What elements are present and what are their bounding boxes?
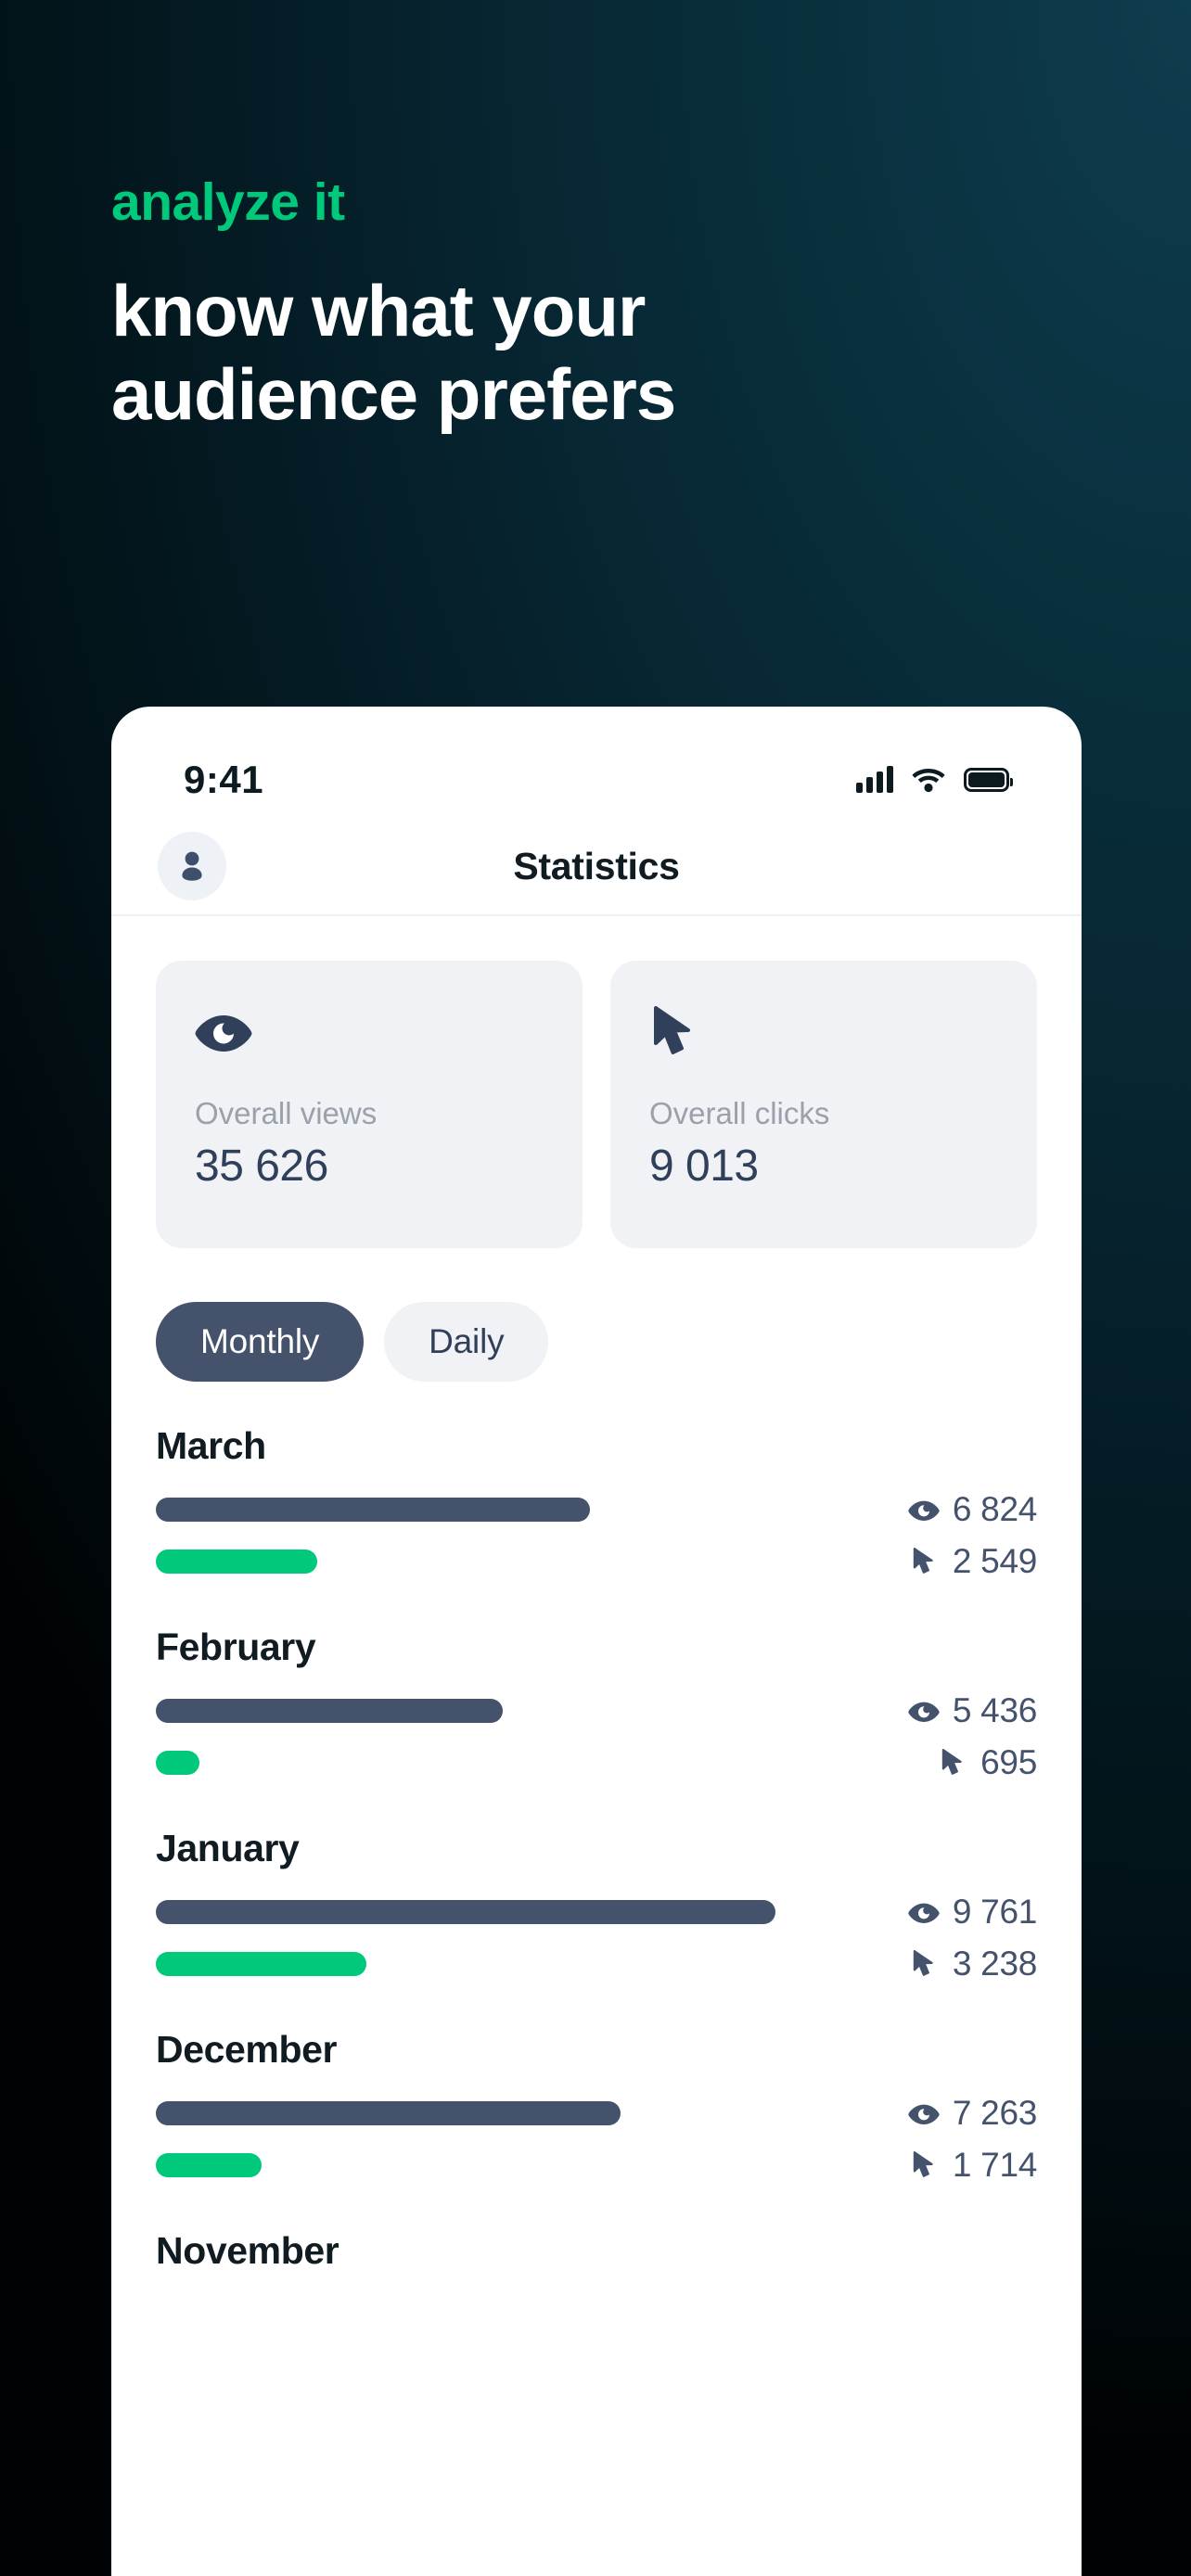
views-value-row: 6 824: [824, 1490, 1037, 1528]
month-label: November: [156, 2229, 339, 2272]
views-bar: [156, 1699, 504, 1723]
views-value: 5 436: [952, 1691, 1037, 1729]
stat-card-value: 35 626: [195, 1141, 328, 1191]
views-value-row: 9 761: [824, 1893, 1037, 1931]
status-bar: 9:41: [111, 707, 1082, 818]
list-item[interactable]: December 7 263 1 714: [156, 2028, 1037, 2184]
page-title: Statistics: [513, 844, 680, 887]
month-label: March: [156, 1424, 266, 1467]
avatar[interactable]: [158, 832, 226, 900]
clicks-value-row: 695: [824, 1743, 1037, 1781]
stat-card-label: Overall clicks: [649, 1096, 830, 1130]
views-value-row: 5 436: [824, 1691, 1037, 1729]
views-bar: [156, 1900, 775, 1924]
clicks-bar-track: [156, 2153, 775, 2177]
bar-group: [156, 1498, 824, 1574]
tab-monthly[interactable]: Monthly: [156, 1302, 365, 1382]
month-label: February: [156, 1626, 316, 1668]
period-toggle: Monthly Daily: [111, 1248, 1082, 1382]
month-label: January: [156, 1827, 300, 1869]
views-bar-track: [156, 1699, 775, 1723]
eye-icon: [195, 1001, 544, 1063]
hero-eyebrow: analyze it: [111, 172, 345, 232]
bar-group: [156, 1699, 824, 1775]
stat-card-value: 9 013: [649, 1141, 759, 1191]
clicks-value-row: 2 549: [824, 1542, 1037, 1580]
bar-group: [156, 1900, 824, 1976]
list-item[interactable]: January 9 761 3 238: [156, 1827, 1037, 1983]
cursor-arrow-icon: [908, 1950, 940, 1978]
hero-title: know what your audience prefers: [111, 270, 676, 435]
stat-cards: Overall views 35 626 Overall clicks 9 01…: [111, 916, 1082, 1248]
value-group: 5 436 695: [824, 1691, 1037, 1781]
cursor-arrow-icon: [649, 1001, 998, 1063]
eye-icon: [908, 1902, 940, 1923]
list-item[interactable]: February 5 436 695: [156, 1626, 1037, 1781]
clicks-value: 3 238: [952, 1945, 1037, 1983]
clicks-bar-track: [156, 1952, 775, 1976]
cellular-signal-icon: [856, 766, 893, 793]
views-value: 7 263: [952, 2094, 1037, 2132]
views-bar-track: [156, 2101, 775, 2125]
value-group: 9 761 3 238: [824, 1893, 1037, 1983]
battery-icon: [964, 768, 1013, 792]
views-bar: [156, 2101, 621, 2125]
views-bar: [156, 1498, 590, 1522]
clicks-value-row: 1 714: [824, 2146, 1037, 2184]
clicks-value: 1 714: [952, 2146, 1037, 2184]
cursor-arrow-icon: [908, 2151, 940, 2179]
person-icon: [182, 851, 202, 881]
bar-group: [156, 2101, 824, 2177]
value-group: 6 824 2 549: [824, 1490, 1037, 1580]
clicks-bar: [156, 1952, 367, 1976]
monthly-stats-list: March 6 824 2 549 February 5 436 695 Jan…: [111, 1382, 1082, 2273]
clicks-value: 695: [980, 1743, 1037, 1781]
status-bar-time: 9:41: [184, 758, 264, 801]
stat-card-clicks[interactable]: Overall clicks 9 013: [610, 961, 1037, 1248]
clicks-bar-track: [156, 1549, 775, 1574]
status-bar-icons: [856, 766, 1013, 793]
wifi-icon: [912, 767, 945, 793]
views-bar-track: [156, 1900, 775, 1924]
eye-icon: [908, 1701, 940, 1722]
views-value-row: 7 263: [824, 2094, 1037, 2132]
value-group: 7 263 1 714: [824, 2094, 1037, 2184]
clicks-value-row: 3 238: [824, 1945, 1037, 1983]
eye-icon: [908, 1499, 940, 1521]
list-item[interactable]: November: [156, 2229, 1037, 2273]
clicks-bar: [156, 1549, 317, 1574]
stat-card-views[interactable]: Overall views 35 626: [156, 961, 583, 1248]
hero-section: analyze it know what your audience prefe…: [111, 176, 1039, 436]
views-value: 9 761: [952, 1893, 1037, 1931]
list-item[interactable]: March 6 824 2 549: [156, 1424, 1037, 1580]
eye-icon: [908, 2103, 940, 2124]
clicks-bar: [156, 2153, 262, 2177]
clicks-bar-track: [156, 1751, 775, 1775]
clicks-bar: [156, 1751, 199, 1775]
month-label: December: [156, 2028, 338, 2071]
views-value: 6 824: [952, 1490, 1037, 1528]
views-bar-track: [156, 1498, 775, 1522]
app-header: Statistics: [111, 818, 1082, 916]
tab-daily[interactable]: Daily: [384, 1302, 549, 1382]
cursor-arrow-icon: [936, 1749, 967, 1777]
clicks-value: 2 549: [952, 1542, 1037, 1580]
stat-card-label: Overall views: [195, 1096, 378, 1130]
phone-mockup: 9:41 Statistics Overall views 35 626 Ove…: [111, 707, 1082, 2576]
cursor-arrow-icon: [908, 1548, 940, 1575]
